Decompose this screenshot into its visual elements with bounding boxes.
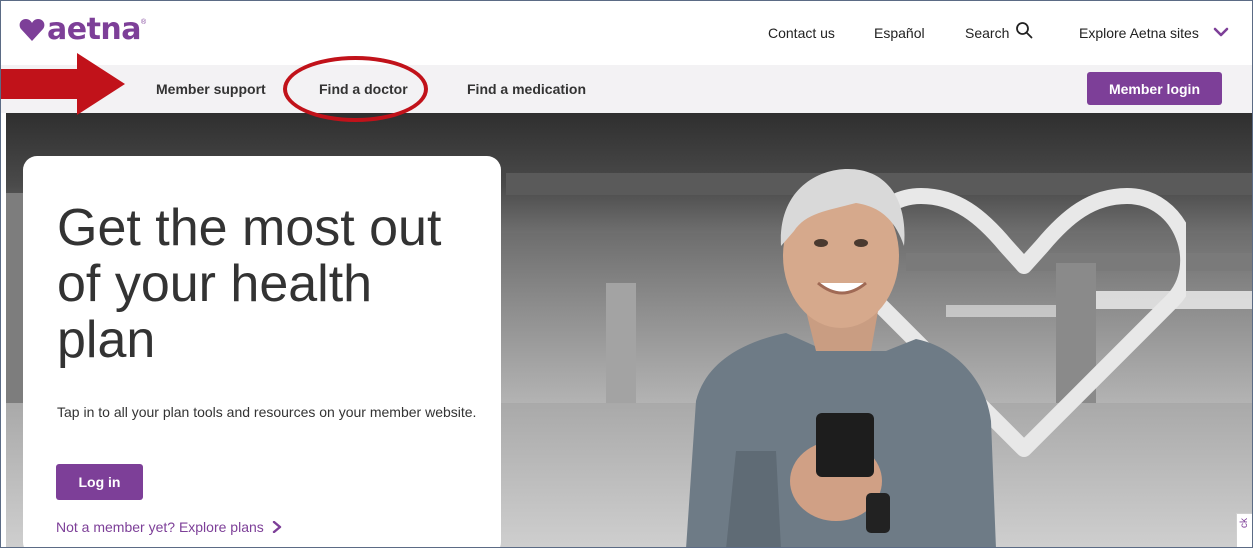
- nav-member-support[interactable]: Member support: [156, 81, 266, 97]
- espanol-link[interactable]: Español: [874, 25, 925, 41]
- log-in-button[interactable]: Log in: [56, 464, 143, 500]
- woman-with-phone-photo: [686, 169, 996, 547]
- explore-sites-label: Explore Aetna sites: [1079, 25, 1199, 41]
- hero-description: Tap in to all your plan tools and resour…: [57, 404, 477, 420]
- utility-bar: aetna ® Contact us Español Search Explor…: [1, 1, 1252, 65]
- search-icon: [1016, 22, 1033, 39]
- aetna-logo[interactable]: aetna ®: [19, 15, 146, 45]
- red-arrow-annotation: [1, 53, 125, 115]
- hero-card: Get the most out of your health plan Tap…: [23, 156, 501, 547]
- hero-title: Get the most out of your health plan: [57, 199, 442, 369]
- registered-mark: ®: [141, 19, 147, 26]
- search-label: Search: [965, 25, 1010, 41]
- nav-find-a-medication[interactable]: Find a medication: [467, 81, 586, 97]
- browser-viewport: aetna ® Contact us Español Search Explor…: [0, 0, 1253, 548]
- main-nav: Member support Find a doctor Find a medi…: [1, 65, 1252, 113]
- feedback-tab-label: ck: [1239, 518, 1250, 528]
- chevron-right-icon: [272, 521, 281, 533]
- feedback-tab[interactable]: ck: [1236, 513, 1252, 547]
- logo-wordmark: aetna: [47, 12, 142, 47]
- explore-sites-dropdown[interactable]: Explore Aetna sites: [1079, 25, 1229, 41]
- red-circle-annotation: [283, 56, 428, 122]
- explore-plans-label: Not a member yet? Explore plans: [56, 519, 264, 535]
- member-login-button[interactable]: Member login: [1087, 72, 1222, 105]
- heart-logo-icon: [19, 19, 45, 41]
- search-button[interactable]: Search: [965, 22, 1033, 41]
- contact-us-link[interactable]: Contact us: [768, 25, 835, 41]
- explore-plans-link[interactable]: Not a member yet? Explore plans: [56, 519, 282, 535]
- chevron-down-icon: [1213, 27, 1229, 37]
